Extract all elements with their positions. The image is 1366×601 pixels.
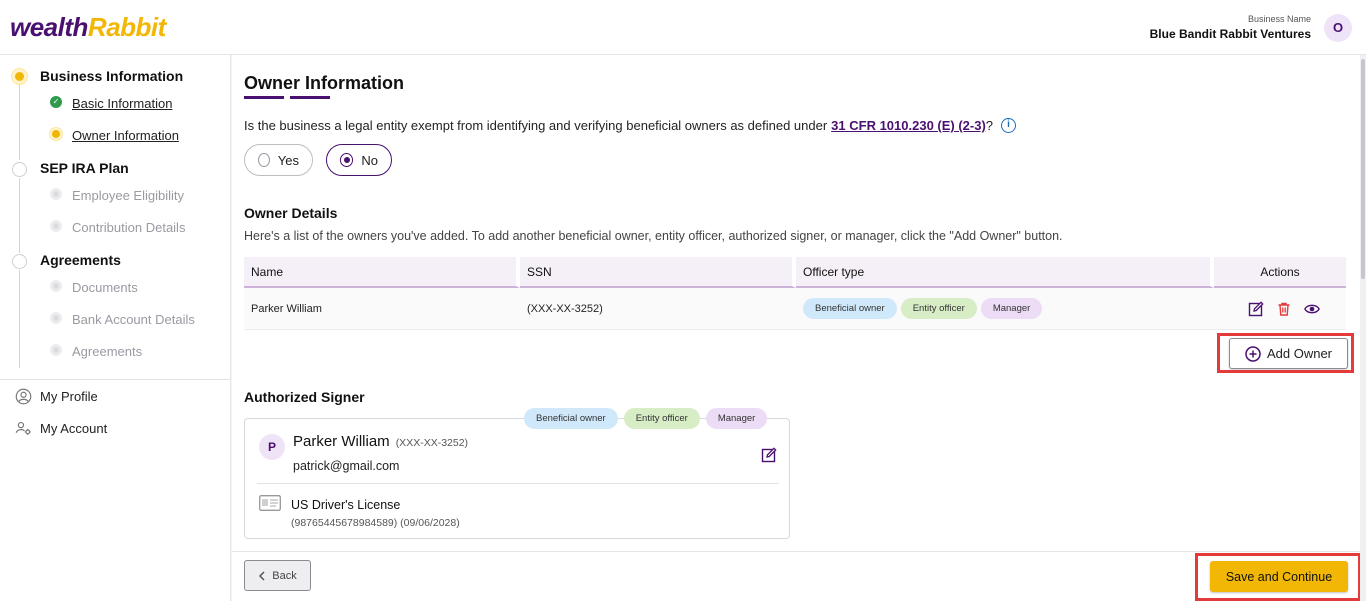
signer-name-line: Parker William (XXX-XX-3252) (293, 433, 468, 450)
step-title-agreements: Agreements (40, 252, 121, 268)
logo-text-wealth: wealth (10, 12, 88, 42)
radio-no-label: No (361, 152, 378, 168)
sidebar-item-owner-information[interactable]: Owner Information (72, 128, 179, 143)
row-actions (1221, 300, 1346, 317)
radio-selected-icon (340, 153, 354, 167)
signer-ssn: (XXX-XX-3252) (395, 437, 469, 449)
sidebar-item-documents: Documents (72, 280, 138, 295)
badge-entity-officer: Entity officer (623, 408, 700, 429)
main-content: Owner Information Is the business a lega… (232, 55, 1360, 551)
badge-entity-officer: Entity officer (900, 298, 977, 319)
title-underline (244, 96, 284, 99)
user-circle-icon (15, 388, 32, 405)
owners-table: Name SSN Officer type Actions Parker Wil… (244, 257, 1346, 330)
page-title: Owner Information (244, 73, 405, 93)
authorized-signer-title: Authorized Signer (244, 389, 365, 405)
step-title-business-information: Business Information (40, 68, 184, 84)
owner-officer-type-cell: Beneficial owner Entity officer Manager (796, 288, 1214, 330)
question-mark: ? (985, 118, 994, 133)
cfr-link[interactable]: 31 CFR 1010.230 (E) (2-3) (831, 118, 986, 133)
authorized-signer-card: P Parker William (XXX-XX-3252) patrick@gm… (244, 418, 790, 539)
sidebar-item-employee-eligibility: Employee Eligibility (72, 188, 184, 203)
wealthrabbit-logo[interactable]: wealthRabbit (10, 12, 166, 43)
edit-icon[interactable] (761, 447, 777, 463)
radio-yes-label: Yes (277, 152, 299, 168)
top-header: wealthRabbit Business Name Blue Bandit R… (0, 0, 1366, 55)
current-step-icon (50, 128, 62, 140)
title-underline (290, 96, 330, 99)
pending-step-icon (50, 312, 62, 324)
sidebar: Business Information ✓ Basic Information… (0, 55, 231, 601)
signer-divider (257, 483, 779, 484)
pending-step-icon (50, 188, 62, 200)
sidebar-item-agreements: Agreements (72, 344, 143, 359)
owner-details-title: Owner Details (244, 205, 338, 221)
sidebar-item-basic-information[interactable]: Basic Information (72, 96, 172, 111)
scrollbar[interactable] (1360, 55, 1366, 601)
table-header-row: Name SSN Officer type Actions (244, 257, 1346, 288)
sidebar-item-bank-account-details: Bank Account Details (72, 312, 195, 327)
pending-step-icon (50, 280, 62, 292)
owner-details-description: Here's a list of the owners you've added… (244, 229, 1063, 243)
step-connector (19, 178, 20, 253)
sidebar-link-my-account[interactable]: My Account (15, 420, 107, 437)
step-indicator-sep-ira-plan (12, 162, 27, 177)
radio-circle-icon (258, 153, 270, 167)
step-indicator-business-information (12, 69, 27, 84)
owner-name-cell: Parker William (244, 288, 520, 330)
step-connector (19, 270, 20, 368)
back-button[interactable]: Back (244, 560, 311, 591)
badge-beneficial-owner: Beneficial owner (524, 408, 618, 429)
column-header-ssn: SSN (520, 257, 796, 288)
pending-step-icon (50, 220, 62, 232)
back-label: Back (272, 569, 297, 582)
business-name-label: Business Name (1247, 14, 1311, 24)
badge-manager: Manager (705, 408, 768, 429)
user-gear-icon (15, 421, 31, 435)
scrollbar-thumb[interactable] (1361, 59, 1365, 279)
column-header-officer-type: Officer type (796, 257, 1214, 288)
signer-id-type: US Driver's License (291, 498, 401, 512)
view-icon[interactable] (1303, 301, 1320, 317)
user-avatar[interactable]: O (1324, 14, 1352, 42)
edit-icon[interactable] (1248, 300, 1264, 317)
business-name: Blue Bandit Rabbit Ventures (1149, 27, 1311, 41)
badge-manager: Manager (980, 298, 1043, 319)
column-header-name: Name (244, 257, 520, 288)
question-text: Is the business a legal entity exempt fr… (244, 118, 828, 133)
owner-actions-cell (1214, 288, 1346, 330)
highlight-box (1217, 333, 1354, 373)
step-connector (19, 85, 20, 160)
signer-email: patrick@gmail.com (293, 459, 400, 473)
step-title-sep-ira-plan: SEP IRA Plan (40, 160, 129, 176)
info-icon[interactable]: i (1001, 118, 1017, 133)
sidebar-link-label: My Account (40, 421, 108, 436)
owner-ssn-cell: (XXX-XX-3252) (520, 288, 796, 330)
sidebar-item-contribution-details: Contribution Details (72, 220, 186, 235)
badge-beneficial-owner: Beneficial owner (803, 298, 897, 319)
logo-text-rabbit: Rabbit (87, 12, 166, 42)
signer-id-number: (98765445678984589) (09/06/2028) (291, 517, 460, 529)
footer-bar: Back Save and Continue (232, 551, 1361, 601)
id-card-icon (259, 495, 281, 511)
signer-badges: Beneficial owner Entity officer Manager (524, 408, 771, 429)
table-row: Parker William (XXX-XX-3252) Beneficial … (244, 288, 1346, 330)
check-icon: ✓ (50, 96, 62, 108)
signer-avatar: P (259, 434, 285, 460)
highlight-box (1195, 553, 1361, 601)
step-indicator-agreements (12, 254, 27, 269)
business-info: Business Name Blue Bandit Rabbit Venture… (1150, 14, 1311, 41)
exemption-question: Is the business a legal entity exempt fr… (244, 118, 1017, 133)
chevron-left-icon (259, 570, 265, 581)
sidebar-link-label: My Profile (40, 389, 98, 404)
column-header-actions: Actions (1214, 257, 1346, 288)
radio-yes[interactable]: Yes (244, 144, 313, 176)
sidebar-divider (0, 379, 231, 380)
delete-icon[interactable] (1276, 301, 1292, 317)
pending-step-icon (50, 344, 62, 356)
radio-no[interactable]: No (326, 144, 392, 176)
signer-name: Parker William (293, 433, 390, 450)
sidebar-link-my-profile[interactable]: My Profile (15, 388, 98, 405)
